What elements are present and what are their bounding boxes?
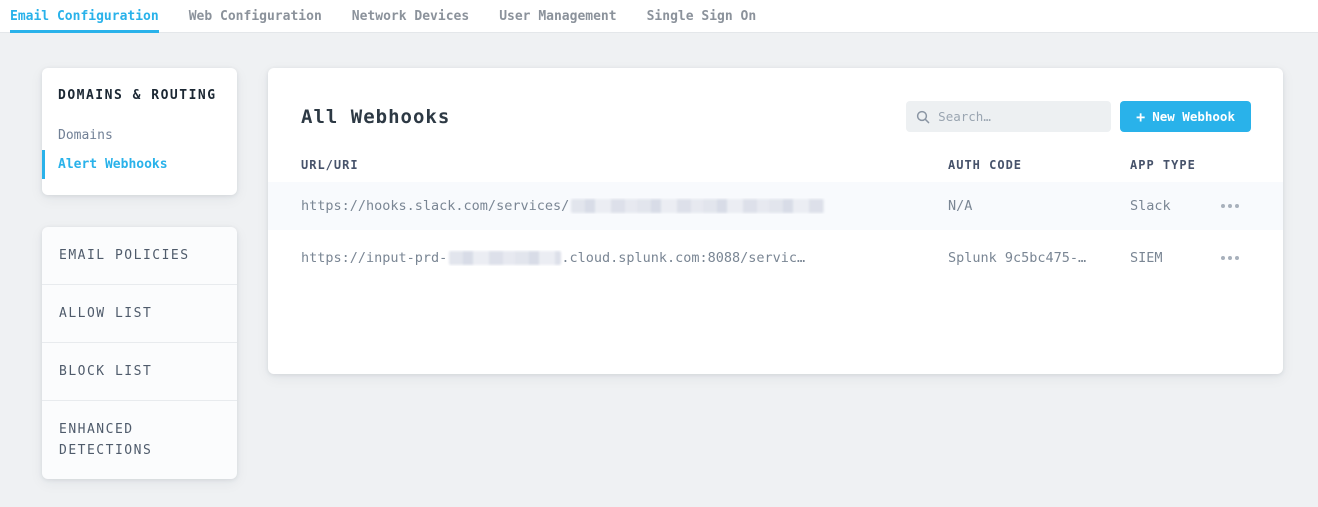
- tab-email-configuration[interactable]: Email Configuration: [10, 0, 159, 32]
- sidebar-item-alert-webhooks[interactable]: Alert Webhooks: [42, 150, 237, 179]
- webhooks-header: All Webhooks + New Webhook: [301, 101, 1251, 132]
- tab-single-sign-on[interactable]: Single Sign On: [647, 0, 757, 32]
- domains-routing-card: DOMAINS & ROUTING Domains Alert Webhooks: [42, 68, 237, 195]
- table-header: URL/URI AUTH CODE APP TYPE: [301, 148, 1251, 182]
- column-header-url: URL/URI: [301, 158, 948, 172]
- redacted-url-segment: [571, 199, 824, 213]
- new-webhook-button-label: New Webhook: [1152, 109, 1235, 124]
- sidebar-item-enhanced-detections[interactable]: ENHANCED DETECTIONS: [42, 401, 237, 479]
- sidebar-item-email-policies[interactable]: EMAIL POLICIES: [42, 227, 237, 285]
- table-row: https://hooks.slack.com/services/ N/A Sl…: [268, 182, 1283, 230]
- column-header-app-type: APP TYPE: [1130, 158, 1207, 172]
- auth-code-cell: Splunk 9c5bc475-…: [948, 250, 1130, 266]
- policies-card: EMAIL POLICIES ALLOW LIST BLOCK LIST ENH…: [42, 227, 237, 479]
- search-box[interactable]: [906, 101, 1111, 132]
- tab-network-devices[interactable]: Network Devices: [352, 0, 469, 32]
- new-webhook-button[interactable]: + New Webhook: [1120, 101, 1251, 132]
- table-body: https://hooks.slack.com/services/ N/A Sl…: [301, 182, 1251, 286]
- webhook-url-cell: https://hooks.slack.com/services/: [301, 198, 948, 214]
- app-type-cell: SIEM: [1130, 250, 1207, 266]
- row-actions-menu-icon[interactable]: [1219, 250, 1241, 266]
- webhooks-panel: All Webhooks + New Webhook URL/URI AUTH …: [268, 68, 1283, 374]
- app-type-cell: Slack: [1130, 198, 1207, 214]
- table-row: https://input-prd- .cloud.splunk.com:808…: [301, 230, 1251, 286]
- webhook-url-prefix: https://hooks.slack.com/services/: [301, 198, 569, 214]
- column-header-auth-code: AUTH CODE: [948, 158, 1130, 172]
- tab-user-management[interactable]: User Management: [499, 0, 616, 32]
- sidebar-item-block-list[interactable]: BLOCK LIST: [42, 343, 237, 401]
- domains-routing-title: DOMAINS & ROUTING: [42, 88, 237, 103]
- search-input[interactable]: [938, 109, 1101, 124]
- webhook-url-suffix: .cloud.splunk.com:8088/servic…: [561, 250, 805, 266]
- top-nav: Email Configuration Web Configuration Ne…: [0, 0, 1318, 33]
- tab-web-configuration[interactable]: Web Configuration: [189, 0, 322, 32]
- redacted-url-segment: [449, 251, 561, 265]
- plus-icon: +: [1136, 108, 1145, 126]
- search-icon: [916, 110, 930, 124]
- webhook-url-cell: https://input-prd- .cloud.splunk.com:808…: [301, 250, 948, 266]
- sidebar-item-allow-list[interactable]: ALLOW LIST: [42, 285, 237, 343]
- auth-code-cell: N/A: [948, 198, 1130, 214]
- sidebar-item-domains[interactable]: Domains: [42, 121, 237, 150]
- page-body: DOMAINS & ROUTING Domains Alert Webhooks…: [0, 33, 1318, 479]
- sidebar: DOMAINS & ROUTING Domains Alert Webhooks…: [42, 68, 237, 479]
- page-title: All Webhooks: [301, 106, 906, 128]
- webhook-url-prefix: https://input-prd-: [301, 250, 447, 266]
- row-actions-menu-icon[interactable]: [1219, 198, 1241, 214]
